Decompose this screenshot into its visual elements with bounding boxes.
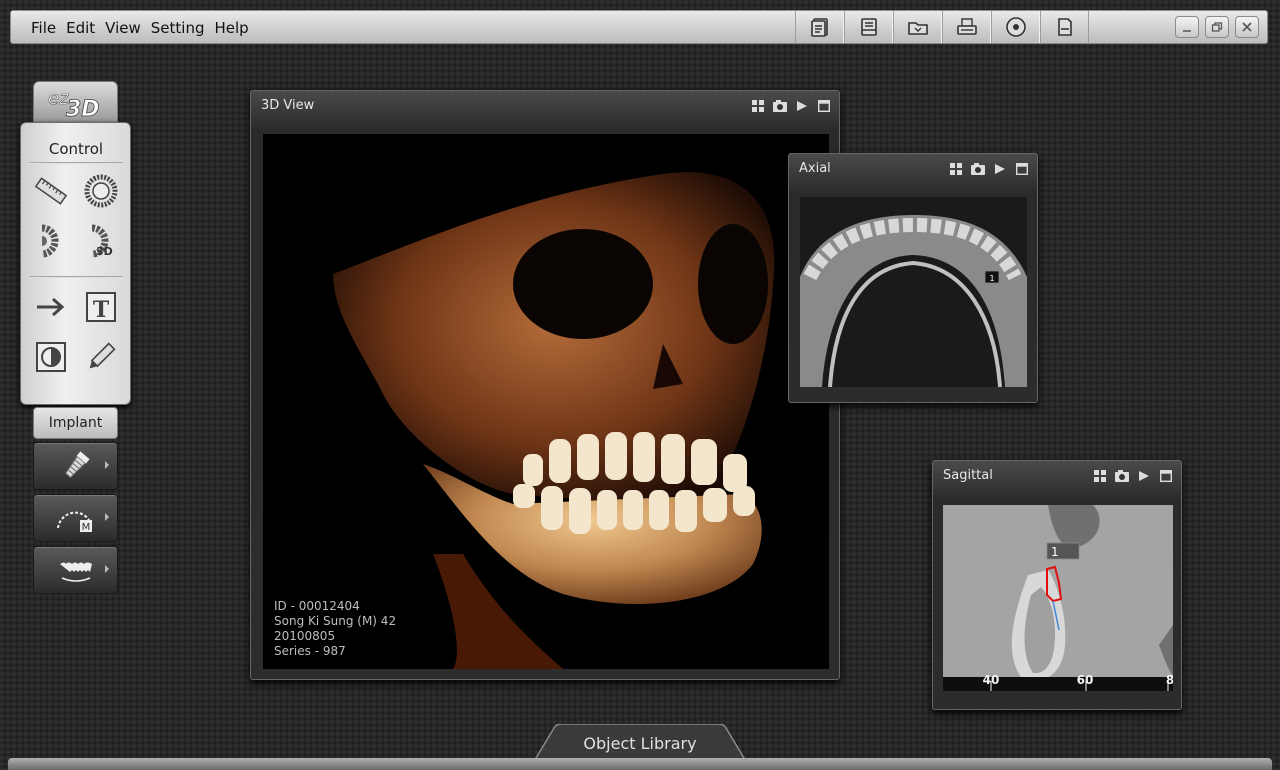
document-icon <box>1057 18 1072 36</box>
report-button[interactable] <box>795 11 844 43</box>
axial-panel: Axial 1 <box>788 153 1038 403</box>
menu-view[interactable]: View <box>105 19 141 37</box>
cd-button[interactable] <box>991 11 1040 43</box>
menu-file[interactable]: File <box>31 19 56 37</box>
layout-grid-icon[interactable] <box>1093 469 1107 483</box>
series-number: Series - 987 <box>274 644 346 658</box>
teeth-tool-button[interactable] <box>33 546 118 594</box>
open-folder-button[interactable] <box>893 11 942 43</box>
restore-button[interactable] <box>1205 16 1229 38</box>
ruler-icon <box>34 177 68 205</box>
svg-text:T: T <box>93 297 110 323</box>
sagittal-panel: Sagittal 1 40 60 8 <box>932 460 1182 710</box>
sagittal-slice-image: 1 40 60 8 <box>943 505 1173 691</box>
play-icon[interactable] <box>795 99 809 113</box>
play-icon[interactable] <box>993 162 1007 176</box>
menu-edit[interactable]: Edit <box>66 19 95 37</box>
ez3d-logo: ez 3D <box>33 81 118 123</box>
svg-text:40: 40 <box>983 673 1000 687</box>
nerve-canal-icon: M <box>56 511 92 533</box>
submenu-arrow-icon <box>105 513 109 521</box>
camera-icon[interactable] <box>971 162 985 176</box>
print-icon <box>956 18 977 35</box>
contrast-tool[interactable] <box>33 339 69 375</box>
sagittal-viewport[interactable]: 1 40 60 8 <box>943 505 1173 691</box>
control-title: Control <box>48 140 104 158</box>
maximize-icon[interactable] <box>1015 162 1029 176</box>
play-icon[interactable] <box>1137 469 1151 483</box>
menu-bar: File Edit View Setting Help <box>10 10 1268 44</box>
svg-text:M: M <box>81 522 90 533</box>
cd-icon <box>1005 17 1026 37</box>
save-button[interactable] <box>844 11 893 43</box>
axial-slice-image: 1 <box>800 215 1027 387</box>
density-3d-tool[interactable]: 3D <box>83 223 119 259</box>
implant-tool-button[interactable] <box>33 442 118 490</box>
minimize-button[interactable] <box>1175 16 1199 38</box>
teeth-icon <box>59 562 92 582</box>
camera-icon[interactable] <box>1115 469 1129 483</box>
restore-icon <box>1211 22 1223 32</box>
text-icon: T <box>86 292 116 323</box>
svg-text:1: 1 <box>1051 545 1059 559</box>
view3d-panel: 3D View ID - 00012404 Song Ki Sung (M) 4… <box>250 90 840 680</box>
menu-setting[interactable]: Setting <box>151 19 205 37</box>
nerve-canal-tool-button[interactable]: M <box>33 494 118 542</box>
pencil-tool[interactable] <box>83 339 119 375</box>
view3d-controls <box>751 99 831 113</box>
control-panel: Control 3D T <box>20 122 131 405</box>
print-button[interactable] <box>942 11 991 43</box>
angle-tool[interactable] <box>83 173 119 209</box>
axial-controls <box>949 162 1029 176</box>
main-menu: File Edit View Setting Help <box>31 19 259 37</box>
document-button[interactable] <box>1040 11 1089 43</box>
report-icon <box>810 18 828 37</box>
svg-text:3D: 3D <box>66 97 100 120</box>
density-3d-icon: 3D <box>91 224 113 258</box>
svg-text:8: 8 <box>1166 673 1173 687</box>
open-folder-icon <box>907 22 928 35</box>
sagittal-title: Sagittal <box>943 468 993 483</box>
skull-3d-render <box>333 172 775 669</box>
control-divider <box>29 162 123 164</box>
implant-header: Implant <box>33 407 118 439</box>
menu-help[interactable]: Help <box>215 19 249 37</box>
minimize-icon <box>1183 30 1191 32</box>
maximize-icon[interactable] <box>1159 469 1173 483</box>
svg-text:60: 60 <box>1077 673 1094 687</box>
layout-grid-icon[interactable] <box>751 99 765 113</box>
control-divider <box>29 276 123 278</box>
object-library-bar <box>8 758 1272 770</box>
patient-id: ID - 00012404 <box>274 599 360 613</box>
axial-title: Axial <box>799 161 831 176</box>
axial-viewport[interactable]: 1 <box>800 197 1027 387</box>
submenu-arrow-icon <box>105 461 109 469</box>
density-icon <box>41 224 59 258</box>
close-icon <box>1242 22 1252 32</box>
implant-icon <box>64 451 90 478</box>
arrow-tool[interactable] <box>33 289 69 325</box>
pencil-icon <box>89 342 116 369</box>
view3d-title: 3D View <box>261 98 315 113</box>
svg-text:3D: 3D <box>96 245 113 258</box>
maximize-icon[interactable] <box>817 99 831 113</box>
sagittal-controls <box>1093 469 1173 483</box>
save-icon <box>860 18 877 36</box>
ruler-tool[interactable] <box>33 173 69 209</box>
patient-name: Song Ki Sung (M) 42 <box>274 614 397 628</box>
svg-text:1: 1 <box>989 274 994 283</box>
study-date: 20100805 <box>274 629 336 643</box>
arrow-icon <box>37 297 65 317</box>
layout-grid-icon[interactable] <box>949 162 963 176</box>
view3d-viewport[interactable]: ID - 00012404 Song Ki Sung (M) 42 201008… <box>263 134 829 669</box>
density-tool[interactable] <box>33 223 69 259</box>
patient-info: ID - 00012404 Song Ki Sung (M) 42 201008… <box>274 599 396 659</box>
angle-icon <box>84 174 118 208</box>
object-library-label[interactable]: Object Library <box>530 734 750 753</box>
text-tool[interactable]: T <box>83 289 119 325</box>
contrast-icon <box>36 342 66 372</box>
camera-icon[interactable] <box>773 99 787 113</box>
close-button[interactable] <box>1235 16 1259 38</box>
submenu-arrow-icon <box>105 565 109 573</box>
